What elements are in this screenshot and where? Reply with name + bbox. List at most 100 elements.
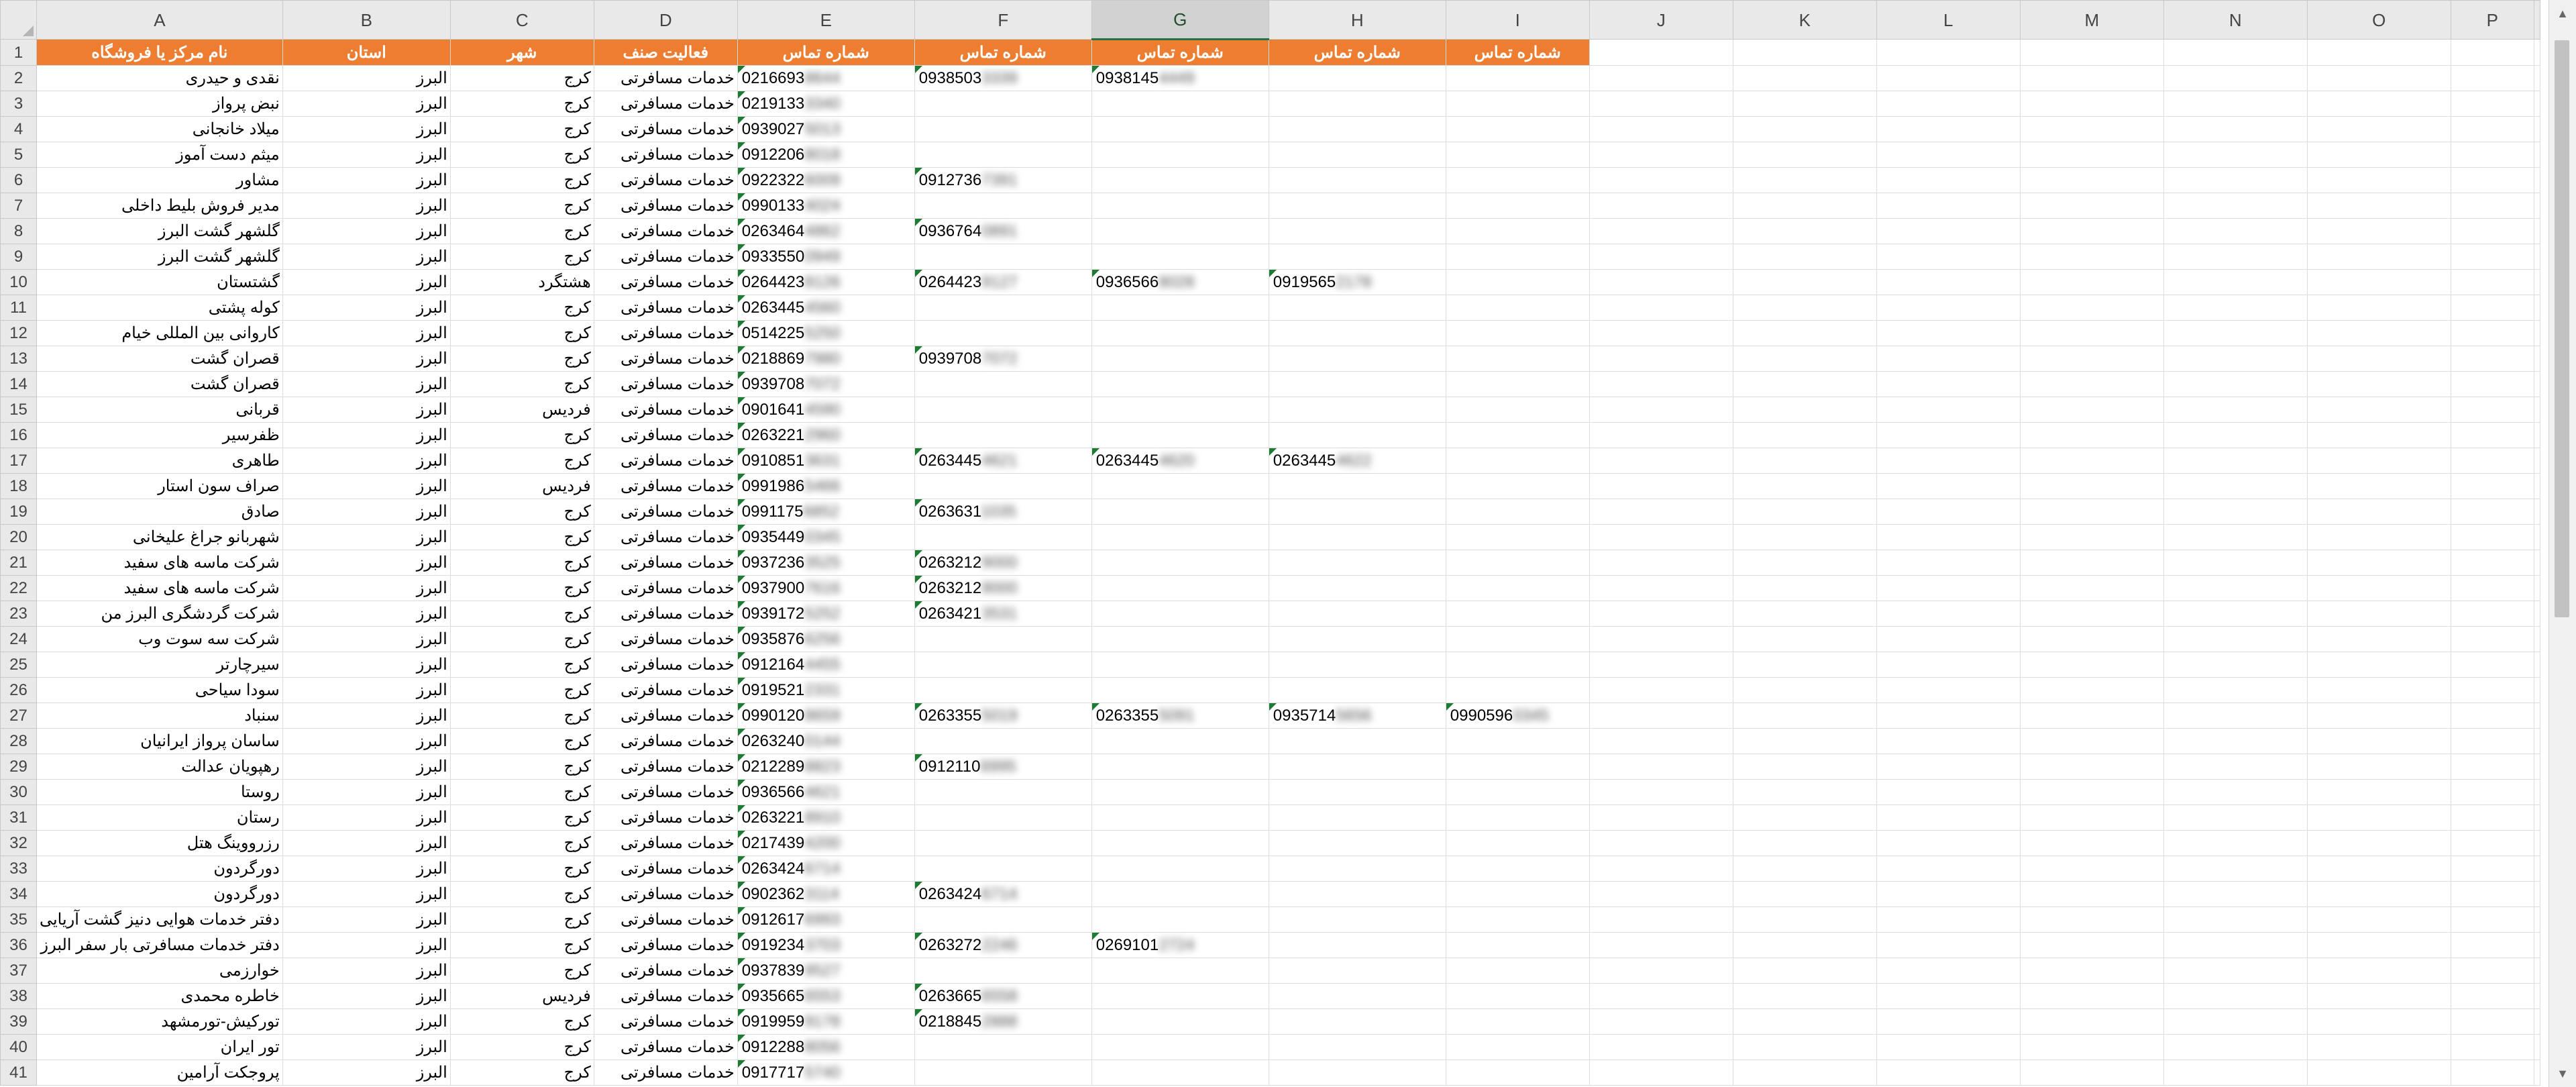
empty-cell[interactable]	[1732, 193, 1877, 219]
empty-cell[interactable]	[2306, 932, 2451, 958]
empty-cell[interactable]	[1445, 371, 1590, 397]
province-cell[interactable]: البرز	[282, 269, 451, 295]
activity-cell[interactable]: خدمات مسافرتی	[593, 193, 738, 219]
empty-cell[interactable]	[2163, 1034, 2308, 1060]
empty-cell[interactable]	[2450, 1008, 2534, 1035]
empty-cell[interactable]	[1589, 728, 1733, 754]
empty-cell[interactable]	[2306, 626, 2451, 652]
empty-cell[interactable]	[2306, 957, 2451, 984]
empty-cell[interactable]	[1732, 652, 1877, 678]
city-cell[interactable]: کرج	[449, 116, 594, 142]
empty-cell[interactable]	[2163, 575, 2308, 601]
phone-cell[interactable]: 09199599178	[737, 1008, 915, 1035]
empty-cell[interactable]	[1589, 881, 1733, 907]
column-header-I[interactable]: I	[1445, 0, 1590, 40]
empty-cell[interactable]	[2450, 779, 2534, 805]
activity-cell[interactable]: خدمات مسافرتی	[593, 524, 738, 550]
activity-cell[interactable]: خدمات مسافرتی	[593, 1034, 738, 1060]
phone-cell[interactable]: 09911756852	[737, 499, 915, 525]
store-name-cell[interactable]: کاروانی بین المللی خیام	[36, 320, 283, 346]
city-cell[interactable]: کرج	[449, 805, 594, 831]
empty-cell[interactable]	[1732, 397, 1877, 423]
empty-cell[interactable]	[1589, 601, 1733, 627]
empty-cell[interactable]	[2163, 1008, 2308, 1035]
activity-cell[interactable]: خدمات مسافرتی	[593, 856, 738, 882]
empty-cell[interactable]	[1732, 167, 1877, 193]
empty-cell[interactable]	[1445, 907, 1590, 933]
empty-cell[interactable]	[1268, 167, 1446, 193]
empty-cell[interactable]	[1091, 1034, 1269, 1060]
empty-cell[interactable]	[1876, 499, 2021, 525]
province-cell[interactable]: البرز	[282, 957, 451, 984]
store-name-cell[interactable]: مشاور	[36, 167, 283, 193]
phone-cell[interactable]: 09223226009	[737, 167, 915, 193]
empty-cell[interactable]	[1589, 1059, 1733, 1086]
province-cell[interactable]: البرز	[282, 703, 451, 729]
phone-cell[interactable]: 02634454560	[737, 295, 915, 321]
empty-cell[interactable]	[1268, 422, 1446, 448]
empty-cell[interactable]	[1268, 1034, 1446, 1060]
empty-cell[interactable]	[2163, 91, 2308, 117]
empty-cell[interactable]	[1268, 142, 1446, 168]
empty-cell[interactable]	[1091, 830, 1269, 856]
empty-cell[interactable]	[1876, 881, 2021, 907]
empty-cell[interactable]	[2306, 524, 2451, 550]
empty-cell[interactable]	[1091, 652, 1269, 678]
empty-cell[interactable]	[1091, 1059, 1269, 1086]
city-cell[interactable]: فردیس	[449, 983, 594, 1009]
empty-cell[interactable]	[1445, 856, 1590, 882]
city-cell[interactable]: کرج	[449, 907, 594, 933]
empty-cell[interactable]	[2306, 983, 2451, 1009]
empty-cell[interactable]	[2163, 269, 2308, 295]
empty-cell[interactable]	[2306, 881, 2451, 907]
row-number[interactable]: 41	[0, 1059, 37, 1086]
row-number[interactable]: 19	[0, 499, 37, 525]
store-name-cell[interactable]: کوله پشتی	[36, 295, 283, 321]
empty-cell[interactable]	[2306, 269, 2451, 295]
phone-cell[interactable]: 09108513631	[737, 448, 915, 474]
city-cell[interactable]: کرج	[449, 575, 594, 601]
empty-cell[interactable]	[2533, 754, 2540, 780]
province-cell[interactable]: البرز	[282, 142, 451, 168]
empty-cell[interactable]	[914, 244, 1092, 270]
empty-cell[interactable]	[2019, 320, 2164, 346]
phone-cell[interactable]: 09358766256	[737, 626, 915, 652]
activity-cell[interactable]: خدمات مسافرتی	[593, 677, 738, 703]
empty-cell[interactable]	[914, 371, 1092, 397]
empty-cell[interactable]	[1589, 805, 1733, 831]
activity-cell[interactable]: خدمات مسافرتی	[593, 575, 738, 601]
empty-cell[interactable]	[1445, 244, 1590, 270]
empty-cell[interactable]	[1268, 932, 1446, 958]
store-name-cell[interactable]: سنباد	[36, 703, 283, 729]
header-cell[interactable]: فعالیت صنف	[593, 39, 738, 66]
store-name-cell[interactable]: طاهری	[36, 448, 283, 474]
empty-cell[interactable]	[1091, 167, 1269, 193]
empty-cell[interactable]	[1876, 754, 2021, 780]
empty-cell[interactable]	[1268, 830, 1446, 856]
empty-cell[interactable]	[2019, 779, 2164, 805]
row-number[interactable]: 25	[0, 652, 37, 678]
phone-cell[interactable]: 02634246714	[914, 881, 1092, 907]
phone-cell[interactable]: 02632400144	[737, 728, 915, 754]
empty-cell[interactable]	[2533, 524, 2540, 550]
empty-cell[interactable]	[1589, 626, 1733, 652]
empty-cell[interactable]	[1445, 932, 1590, 958]
city-cell[interactable]: فردیس	[449, 397, 594, 423]
row-number[interactable]: 8	[0, 218, 37, 244]
empty-cell[interactable]	[2163, 320, 2308, 346]
empty-cell[interactable]	[1589, 830, 1733, 856]
phone-cell[interactable]: 02634454621	[914, 448, 1092, 474]
phone-cell[interactable]: 02636656558	[914, 983, 1092, 1009]
activity-cell[interactable]: خدمات مسافرتی	[593, 983, 738, 1009]
row-number[interactable]: 6	[0, 167, 37, 193]
phone-cell[interactable]: 09901208659	[737, 703, 915, 729]
empty-cell[interactable]	[1268, 218, 1446, 244]
empty-cell[interactable]	[2533, 677, 2540, 703]
empty-cell[interactable]	[2533, 805, 2540, 831]
row-number[interactable]: 1	[0, 39, 37, 66]
empty-cell[interactable]	[2163, 677, 2308, 703]
phone-cell[interactable]: 02632212960	[737, 422, 915, 448]
empty-cell[interactable]	[2019, 677, 2164, 703]
store-name-cell[interactable]: رهپویان عدالت	[36, 754, 283, 780]
phone-cell[interactable]: 09372363525	[737, 550, 915, 576]
